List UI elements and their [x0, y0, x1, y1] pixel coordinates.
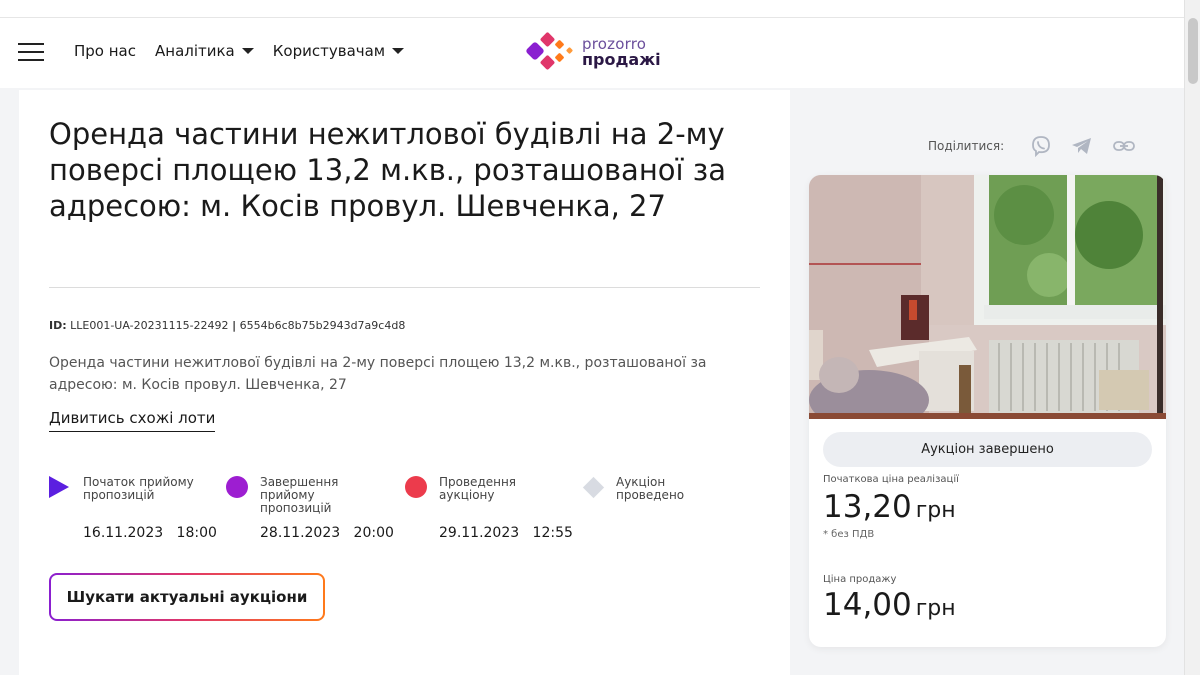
- logo-line2: продажі: [582, 50, 661, 69]
- lot-id-value: LLE001-UA-20231115-22492: [70, 319, 229, 332]
- separator: |: [232, 319, 237, 332]
- search-auctions-button[interactable]: Шукати актуальні аукціони: [49, 573, 325, 621]
- logo[interactable]: prozorro продажі: [522, 30, 661, 74]
- similar-lots-link[interactable]: Дивитись схожі лоти: [49, 409, 216, 432]
- lot-id-label: ID:: [49, 319, 67, 332]
- sale-price-label: Ціна продажу: [823, 574, 897, 585]
- search-auctions-label: Шукати актуальні аукціони: [51, 575, 323, 619]
- timeline-step-datetime: 29.11.2023 12:55: [439, 525, 573, 541]
- link-icon[interactable]: [1112, 135, 1136, 157]
- nav-about-label: Про нас: [74, 42, 136, 60]
- nav-users[interactable]: Користувачам: [272, 42, 405, 60]
- currency-label: грн: [915, 596, 956, 621]
- timeline-step-label: Проведення аукціону: [439, 475, 517, 502]
- lot-main-card: Оренда частини нежитлової будівлі на 2-м…: [19, 90, 790, 675]
- lot-description: Оренда частини нежитлової будівлі на 2-м…: [49, 355, 707, 393]
- timeline-step-label: Завершення прийому пропозицій: [260, 475, 339, 515]
- telegram-icon[interactable]: [1070, 135, 1094, 157]
- divider: [49, 287, 760, 288]
- share-bar: Поділитися:: [928, 135, 1154, 157]
- sale-price-value: 14,00 грн: [823, 587, 956, 623]
- auction-timeline: Початок прийому пропозицій 16.11.2023 18…: [49, 476, 769, 546]
- lot-title: Оренда частини нежитлової будівлі на 2-м…: [49, 117, 726, 223]
- diamond-icon: [582, 476, 605, 499]
- site-header: Про нас Аналітика Користувачам prozorro …: [0, 18, 1184, 88]
- vat-note: * без ПДВ: [823, 529, 875, 540]
- prozorro-logo-icon: [526, 32, 573, 70]
- nav-users-label: Користувачам: [272, 42, 386, 60]
- play-icon: [49, 476, 71, 498]
- share-label: Поділитися:: [928, 139, 1005, 153]
- chevron-down-icon: [392, 48, 405, 54]
- menu-icon[interactable]: [18, 43, 44, 61]
- start-price-value: 13,20 грн: [823, 489, 956, 525]
- timeline-step-datetime: 16.11.2023 18:00: [83, 525, 217, 541]
- start-price-amount: 13,20: [823, 489, 912, 525]
- top-strip: [0, 0, 1184, 18]
- scrollbar[interactable]: [1184, 0, 1200, 675]
- circle-icon: [405, 476, 427, 498]
- price-card: Аукціон завершено Початкова ціна реаліза…: [809, 175, 1166, 647]
- start-price-label: Початкова ціна реалізації: [823, 474, 959, 485]
- auction-status-badge: Аукціон завершено: [823, 432, 1152, 467]
- viber-icon[interactable]: [1030, 135, 1052, 157]
- timeline-step-label: Аукціон проведено: [616, 475, 685, 502]
- currency-label: грн: [915, 498, 956, 523]
- timeline-step-date: 29.11.2023: [439, 525, 520, 541]
- circle-icon: [226, 476, 248, 498]
- timeline-step-time: 12:55: [532, 525, 573, 541]
- lot-hash: 6554b6c8b75b2943d7a9c4d8: [239, 319, 406, 332]
- main-nav: Про нас Аналітика Користувачам: [74, 42, 423, 60]
- chevron-down-icon: [241, 48, 254, 54]
- lot-photo[interactable]: [809, 175, 1166, 419]
- timeline-step-label: Початок прийому пропозицій: [83, 475, 194, 502]
- timeline-step-date: 16.11.2023: [83, 525, 164, 541]
- scrollbar-thumb[interactable]: [1188, 18, 1198, 84]
- nav-analytics-label: Аналітика: [155, 42, 235, 60]
- sale-price-amount: 14,00: [823, 587, 912, 623]
- nav-analytics[interactable]: Аналітика: [155, 42, 254, 60]
- timeline-step-datetime: 28.11.2023 20:00: [260, 525, 394, 541]
- lot-id-line: ID: LLE001-UA-20231115-22492 | 6554b6c8b…: [49, 319, 405, 332]
- timeline-step-date: 28.11.2023: [260, 525, 341, 541]
- timeline-step-time: 18:00: [176, 525, 217, 541]
- nav-about[interactable]: Про нас: [74, 42, 136, 60]
- timeline-step-time: 20:00: [353, 525, 394, 541]
